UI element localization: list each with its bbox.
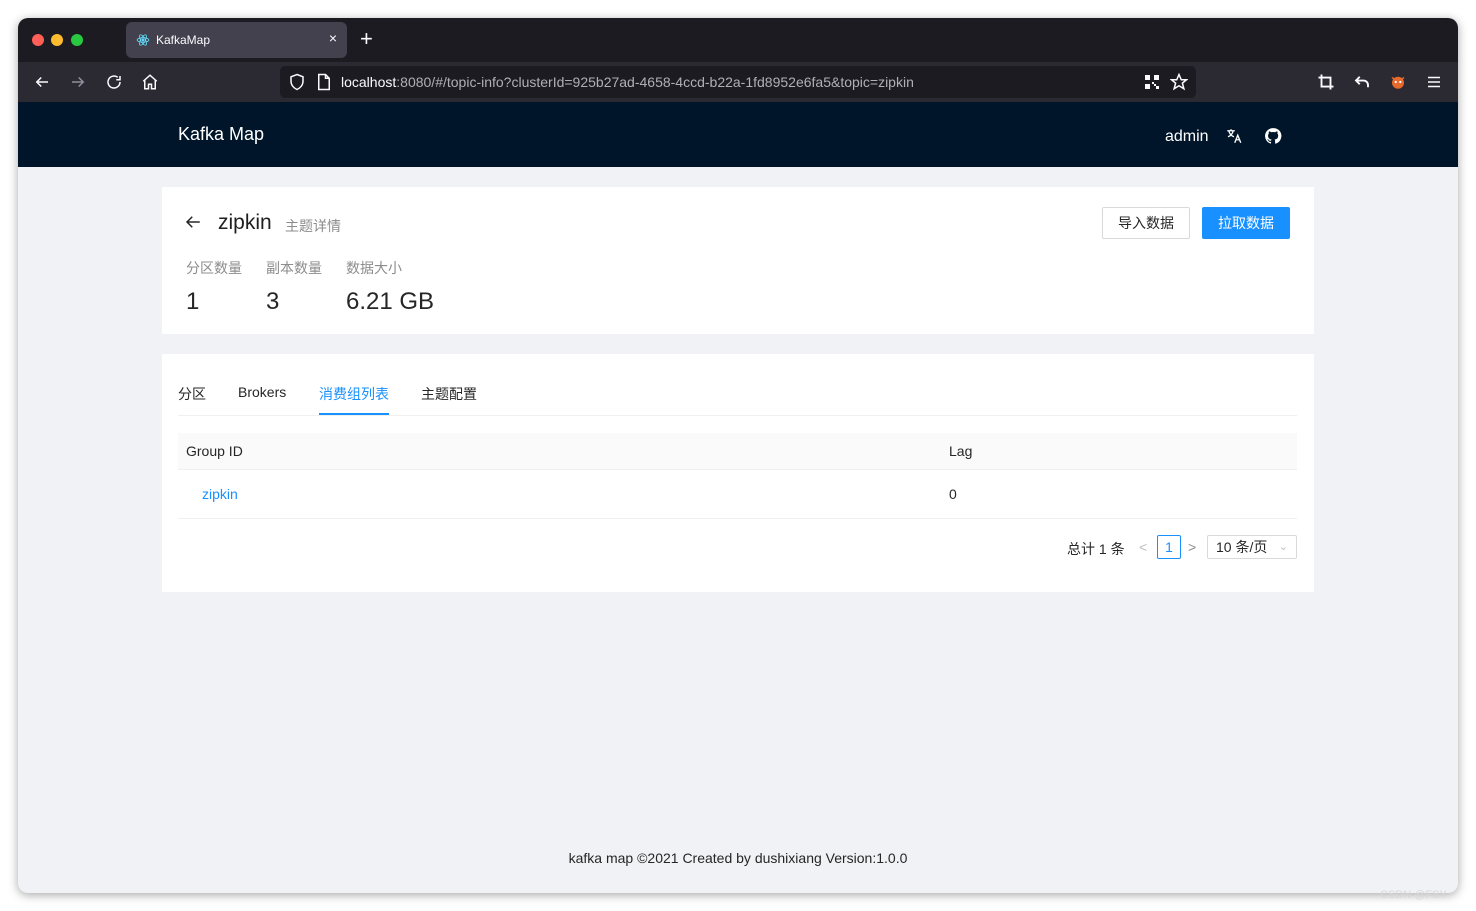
browser-nav-bar: localhost:8080/#/topic-info?clusterId=92… [18, 62, 1458, 102]
browser-window: KafkaMap × + localhost:8080/#/topic-info… [18, 18, 1458, 893]
pagination-total: 总计 1 条 [1067, 541, 1125, 557]
active-tab-indicator [319, 413, 389, 415]
github-icon[interactable] [1264, 127, 1282, 145]
import-data-button[interactable]: 导入数据 [1102, 207, 1190, 239]
stat-data-size: 数据大小 6.21 GB [346, 258, 434, 316]
url-text[interactable]: localhost:8080/#/topic-info?clusterId=92… [341, 74, 914, 90]
group-id-link[interactable]: zipkin [202, 486, 238, 502]
pull-data-button[interactable]: 拉取数据 [1202, 207, 1290, 239]
consumer-groups-card: 分区 Brokers 消费组列表 主题配置 Group ID Lag zipki… [162, 354, 1314, 592]
browser-tab-bar: KafkaMap × + [18, 18, 1458, 62]
topic-tabs: 分区 Brokers 消费组列表 主题配置 [178, 380, 1297, 416]
tab-consumer-groups[interactable]: 消费组列表 [319, 384, 389, 416]
shield-icon[interactable] [288, 73, 306, 91]
fox-extension-icon [1391, 76, 1405, 89]
minimize-window-button[interactable] [51, 34, 63, 46]
undo-icon [1354, 76, 1369, 88]
hamburger-menu-icon [1428, 76, 1440, 88]
back-arrow-icon[interactable] [184, 213, 202, 231]
lag-value: 0 [949, 486, 957, 502]
maximize-window-button[interactable] [71, 34, 83, 46]
watermark: CSDN @FSY [1380, 889, 1447, 901]
chevron-down-icon: ⌄ [1278, 541, 1288, 553]
column-header-group-id: Group ID [186, 443, 243, 459]
translate-icon[interactable] [1225, 127, 1243, 145]
arrow-left-icon [35, 76, 48, 88]
extension-button[interactable] [1386, 70, 1410, 94]
page-size-select[interactable]: 10 条/页 ⌄ [1207, 535, 1297, 559]
url-bar[interactable]: localhost:8080/#/topic-info?clusterId=92… [280, 66, 1196, 98]
browser-tab[interactable]: KafkaMap × [126, 22, 347, 58]
tab-brokers[interactable]: Brokers [238, 384, 286, 416]
topic-subtitle: 主题详情 [285, 218, 341, 234]
home-button[interactable] [138, 70, 162, 94]
app-header: Kafka Map admin [18, 102, 1458, 167]
undo-button[interactable] [1350, 70, 1374, 94]
topic-detail-card: zipkin 主题详情 导入数据 拉取数据 分区数量 1 副本数量 3 数据大小… [162, 187, 1314, 334]
stat-label: 数据大小 [346, 260, 402, 276]
url-path: :8080/#/topic-info?clusterId=925b27ad-46… [396, 74, 914, 90]
tab-title: KafkaMap [156, 33, 211, 47]
back-button[interactable] [30, 70, 54, 94]
forward-button[interactable] [66, 70, 90, 94]
crop-icon [1318, 74, 1334, 90]
home-icon [142, 74, 158, 90]
pagination-next-icon[interactable]: > [1188, 539, 1196, 555]
close-window-button[interactable] [32, 34, 44, 46]
url-host: localhost [341, 74, 397, 90]
page-icon [318, 73, 330, 91]
table-row: zipkin 0 [178, 470, 1297, 519]
stat-value: 3 [266, 288, 280, 315]
stat-label: 副本数量 [266, 260, 322, 276]
column-header-lag: Lag [949, 443, 973, 459]
page-footer: kafka map ©2021 Created by dushixiang Ve… [568, 850, 908, 866]
react-icon [136, 34, 150, 46]
tab-topic-config[interactable]: 主题配置 [421, 384, 477, 416]
reload-icon [107, 75, 121, 89]
stat-partition-count: 分区数量 1 [186, 258, 242, 316]
tab-close-icon[interactable]: × [329, 30, 337, 46]
bookmark-star-icon[interactable] [1170, 73, 1188, 91]
pagination-prev-icon[interactable]: < [1139, 539, 1147, 555]
topic-name: zipkin [218, 211, 272, 234]
stat-value: 6.21 GB [346, 288, 435, 315]
stat-label: 分区数量 [186, 260, 242, 276]
page-size-value: 10 条/页 [1216, 539, 1268, 555]
screenshot-button[interactable] [1314, 70, 1338, 94]
pagination-page-1[interactable]: 1 [1157, 535, 1181, 559]
menu-button[interactable] [1422, 70, 1446, 94]
arrow-right-icon [72, 76, 85, 88]
reload-button[interactable] [102, 70, 126, 94]
new-tab-button[interactable]: + [360, 27, 373, 51]
table-header: Group ID Lag [178, 433, 1297, 470]
tab-partitions[interactable]: 分区 [178, 384, 206, 416]
qr-code-icon[interactable] [1144, 74, 1160, 90]
stat-value: 1 [186, 288, 200, 315]
stat-replica-count: 副本数量 3 [266, 258, 322, 316]
user-menu[interactable]: admin [1165, 128, 1209, 146]
app-title[interactable]: Kafka Map [178, 124, 264, 145]
consumer-groups-table: Group ID Lag zipkin 0 [178, 433, 1297, 519]
